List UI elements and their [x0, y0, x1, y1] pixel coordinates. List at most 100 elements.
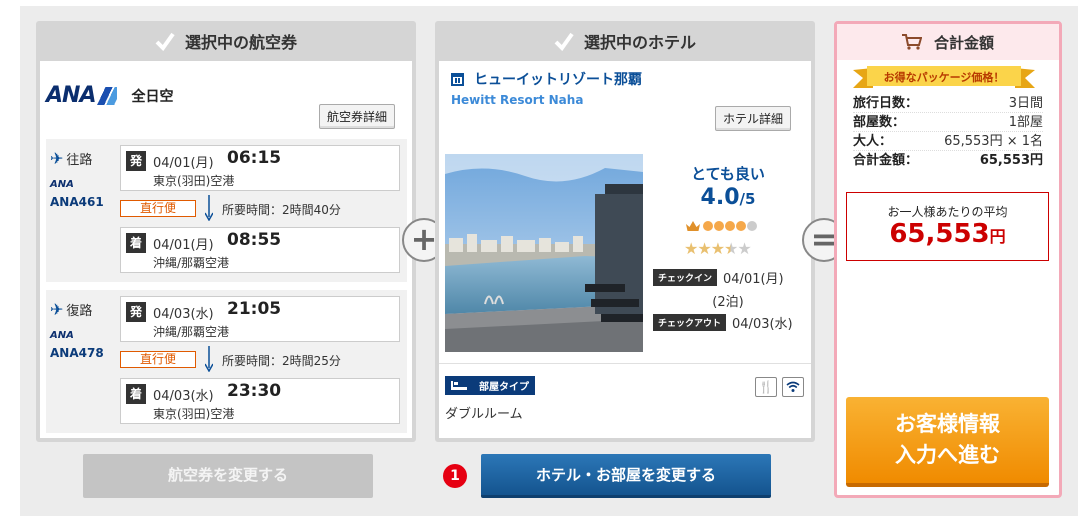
star-icon: ★ [710, 239, 725, 258]
airplane-icon: ✈ [50, 149, 64, 168]
arrival-box: 着 04/03(水) 23:30 東京(羽田)空港 [120, 378, 400, 424]
checkout-tag: チェックアウト [653, 314, 727, 331]
price-row: 大人： 65,553円 × 1名 [853, 134, 1043, 151]
departure-time: 21:05 [227, 299, 282, 319]
star-icon: ★ [684, 239, 698, 258]
crown-icon [686, 221, 700, 231]
rating-dot [703, 221, 713, 231]
arrival-time: 08:55 [227, 230, 282, 250]
ana-small-logo: ANA [50, 330, 74, 341]
hotel-name[interactable]: ヒューイットリゾート那覇 [451, 69, 642, 89]
arrival-date: 04/03(水) [153, 389, 214, 404]
average-price-label: お一人様あたりの平均 [887, 205, 1008, 219]
leg-label: ✈ 復路 [50, 300, 93, 319]
return-leg: ✈ 復路 ANA ANA478 発 04/03(水) 21:05 沖縄/那覇空港 … [46, 290, 407, 433]
flight-panel-body: ANA 全日空 航空券詳細 ✈ 往路 ANA ANA461 発 04/01(月) … [40, 61, 412, 438]
rating-dot [714, 221, 724, 231]
hotel-pool-image [445, 154, 643, 352]
departure-box: 発 04/03(水) 21:05 沖縄/那覇空港 [120, 296, 400, 342]
step-number-badge: 1 [443, 464, 467, 488]
arrival-time: 23:30 [227, 381, 282, 401]
arrival-badge: 着 [126, 384, 146, 404]
proceed-to-customer-info-button[interactable]: お客様情報 入力へ進む [846, 397, 1049, 487]
hotel-panel-title: 選択中のホテル [583, 33, 696, 52]
rating-dot [747, 221, 757, 231]
outbound-leg: ✈ 往路 ANA ANA461 発 04/01(月) 06:15 東京(羽田)空港… [46, 139, 407, 282]
star-icon: ★ [737, 239, 751, 258]
departure-date: 04/01(月) [153, 156, 214, 171]
leg-label: ✈ 往路 [50, 149, 93, 168]
selected-flight-panel: 選択中の航空券 ANA 全日空 航空券詳細 ✈ 往路 ANA ANA461 発 0… [36, 21, 416, 442]
rating-score: 4.0/5 [700, 185, 756, 210]
change-hotel-button[interactable]: ホテル・お部屋を変更する [481, 454, 771, 498]
wifi-icon [782, 377, 804, 397]
airplane-icon: ✈ [50, 300, 64, 319]
flight-panel-header: 選択中の航空券 [36, 21, 416, 61]
half-star-icon: ★ [724, 239, 738, 258]
flight-number: ANA478 [50, 346, 104, 360]
total-price-title: 合計金額 [933, 33, 994, 52]
total-price-panel: 合計金額 お得なパッケージ価格！ 旅行日数： 3日間 部屋数： 1部屋 大人： 65,… [834, 21, 1062, 498]
departure-airport: 沖縄/那覇空港 [153, 325, 230, 339]
departure-badge: 発 [126, 151, 146, 171]
rating-dot [736, 221, 746, 231]
departure-box: 発 04/01(月) 06:15 東京(羽田)空港 [120, 145, 400, 191]
checkin-tag: チェックイン [653, 269, 718, 286]
rating-word: とても良い [691, 165, 765, 183]
package-ribbon-text: お得なパッケージ価格！ [883, 71, 1005, 84]
departure-airport: 東京(羽田)空港 [153, 174, 235, 188]
checkout-date: 04/03(水) [732, 317, 793, 332]
departure-badge: 発 [126, 302, 146, 322]
airline-name: 全日空 [131, 88, 174, 105]
flight-duration: 所要時間：2時間40分 [222, 203, 341, 217]
ana-small-logo: ANA [50, 179, 74, 190]
arrival-badge: 着 [126, 233, 146, 253]
airline-row: ANA 全日空 [46, 83, 173, 108]
hotel-detail-button[interactable]: ホテル詳細 [715, 106, 792, 131]
room-type-tag: 部屋タイプ [445, 376, 535, 395]
checkmark-icon [155, 32, 175, 51]
selected-hotel-panel: 選択中のホテル ヒューイットリゾート那覇 Hewitt Resort Naha … [435, 21, 815, 442]
booking-summary-page: 選択中の航空券 ANA 全日空 航空券詳細 ✈ 往路 ANA ANA461 発 0… [20, 6, 1078, 516]
direct-flight-badge: 直行便 [120, 351, 196, 368]
restaurant-icon: 🍴 [755, 377, 777, 397]
price-breakdown: 旅行日数： 3日間 部屋数： 1部屋 大人： 65,553円 × 1名 合計金額： 65… [853, 94, 1043, 170]
hotel-photo[interactable] [445, 154, 643, 352]
bed-icon [451, 381, 467, 390]
direct-flight-badge: 直行便 [120, 200, 196, 217]
average-price: 65,553円 [889, 219, 1006, 249]
ana-logo: ANA [46, 83, 118, 108]
change-flight-button[interactable]: 航空券を変更する [83, 454, 373, 498]
hotel-building-icon [451, 72, 464, 86]
room-type-name: ダブルルーム [445, 407, 523, 422]
down-arrow-icon [205, 195, 213, 221]
flight-number: ANA461 [50, 195, 104, 209]
divider [439, 363, 811, 364]
hotel-panel-body: ヒューイットリゾート那覇 Hewitt Resort Naha ホテル詳細 とて… [439, 61, 811, 438]
checkin-date: 04/01(月) [723, 272, 784, 287]
price-row: 旅行日数： 3日間 [853, 96, 1043, 113]
price-row: 部屋数： 1部屋 [853, 115, 1043, 132]
arrival-airport: 東京(羽田)空港 [153, 407, 235, 421]
checkmark-icon [554, 32, 574, 51]
down-arrow-icon [205, 346, 213, 372]
total-price-header: 合計金額 [837, 24, 1059, 60]
direct-row: 直行便 所要時間：2時間40分 [120, 195, 400, 221]
star-rating: ★★★★★ [684, 239, 752, 258]
cart-icon [901, 34, 922, 50]
average-price-box: お一人様あたりの平均 65,553円 [846, 192, 1049, 261]
hotel-panel-header: 選択中のホテル [435, 21, 815, 61]
flight-duration: 所要時間：2時間25分 [222, 354, 341, 368]
departure-time: 06:15 [227, 148, 282, 168]
rating-dot [725, 221, 735, 231]
star-icon: ★ [697, 239, 711, 258]
crown-rating [686, 221, 758, 231]
direct-row: 直行便 所要時間：2時間25分 [120, 346, 400, 372]
arrival-date: 04/01(月) [153, 238, 214, 253]
price-row-total: 合計金額： 65,553円 [853, 153, 1043, 168]
flight-panel-title: 選択中の航空券 [184, 33, 297, 52]
arrival-box: 着 04/01(月) 08:55 沖縄/那覇空港 [120, 227, 400, 273]
checkout-row: チェックアウト 04/03(水) [653, 313, 793, 332]
hotel-name-english: Hewitt Resort Naha [451, 93, 584, 107]
flight-detail-button[interactable]: 航空券詳細 [319, 104, 396, 129]
